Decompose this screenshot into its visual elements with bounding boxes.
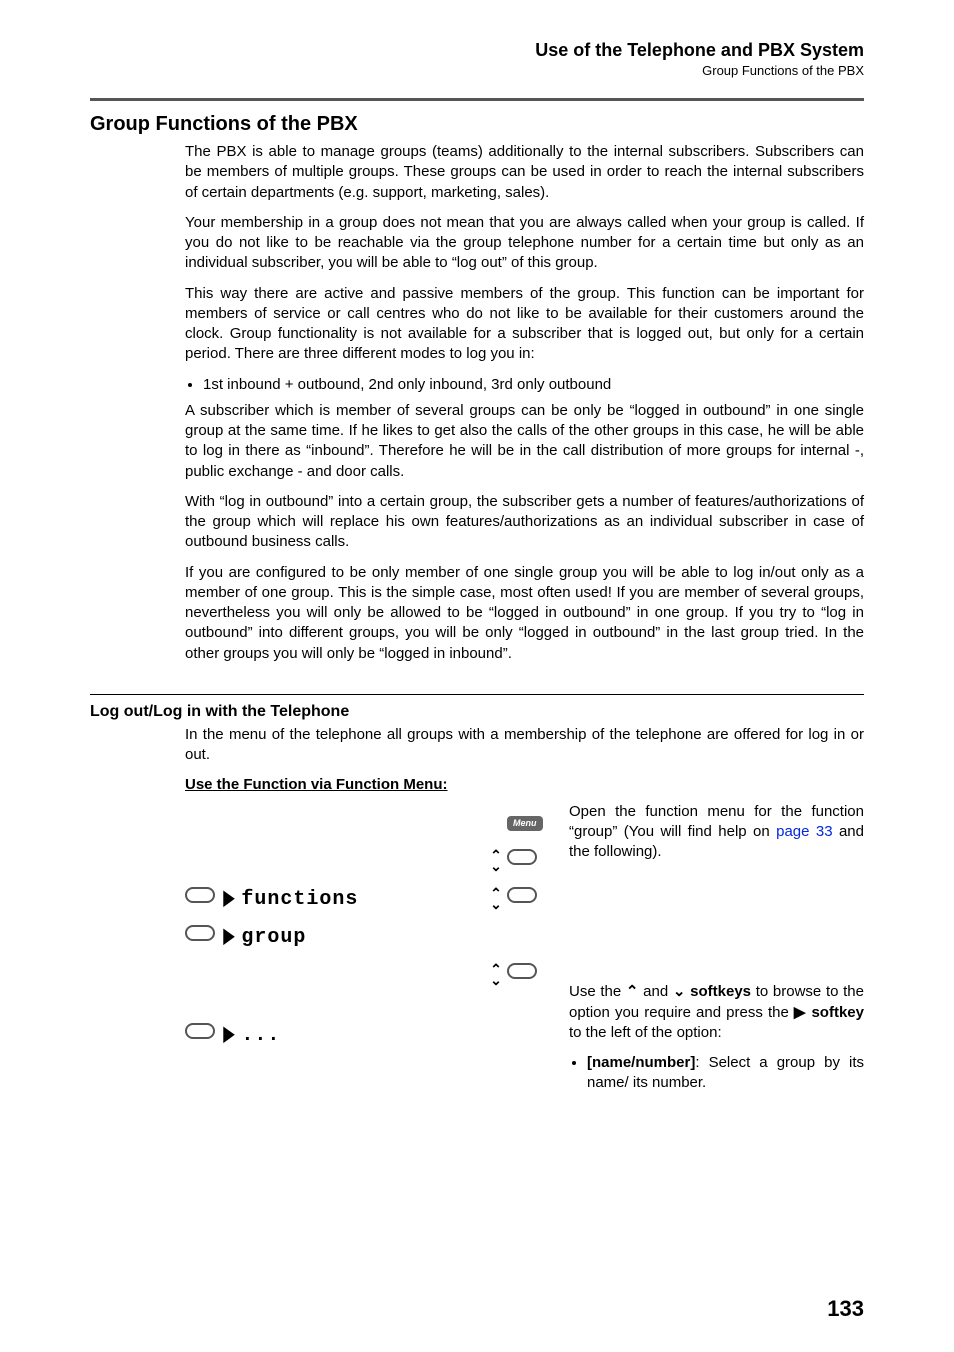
softkey-button[interactable] (185, 925, 215, 941)
softkey-button[interactable] (507, 849, 537, 865)
softkey-button[interactable] (185, 1023, 215, 1039)
up-down-icon (485, 850, 507, 872)
function-menu-heading: Use the Function via Function Menu: (185, 775, 864, 795)
menu-badge: Menu (507, 816, 543, 830)
body-paragraph: If you are configured to be only member … (185, 563, 864, 664)
lcd-panel: Menu ▶functions (185, 802, 537, 1096)
softkey-button[interactable] (507, 963, 537, 979)
doc-title: Use of the Telephone and PBX System (90, 40, 864, 61)
list-item: [name/number]: Select a group by its nam… (587, 1053, 864, 1094)
body-paragraph: The PBX is able to manage groups (teams)… (185, 142, 864, 203)
divider (90, 694, 864, 695)
subsection-heading: Log out/Log in with the Telephone (90, 703, 864, 721)
softkey-button[interactable] (185, 887, 215, 903)
doc-subtitle: Group Functions of the PBX (90, 63, 864, 78)
body-paragraph: A subscriber which is member of several … (185, 401, 864, 482)
body-paragraph: This way there are active and passive me… (185, 284, 864, 365)
divider (90, 98, 864, 101)
chevron-up-icon: ⌃ (626, 983, 639, 1000)
lcd-line-functions: ▶functions (215, 885, 485, 913)
section-heading: Group Functions of the PBX (90, 113, 864, 136)
page-number: 133 (827, 1296, 864, 1322)
body-paragraph: In the menu of the telephone all groups … (185, 725, 864, 766)
triangle-right-icon: ▶ (794, 1004, 806, 1021)
body-paragraph: Your membership in a group does not mean… (185, 213, 864, 274)
list-item: 1st inbound + outbound, 2nd only inbound… (203, 375, 864, 395)
up-down-icon (485, 888, 507, 910)
up-down-icon (485, 964, 507, 986)
body-paragraph: With “log in outbound” into a certain gr… (185, 492, 864, 553)
instruction-paragraph: Open the function menu for the function … (569, 802, 864, 863)
softkey-button[interactable] (507, 887, 537, 903)
lcd-line-dots: ▶... (215, 1021, 485, 1049)
chevron-down-icon: ⌄ (673, 983, 686, 1000)
lcd-line-group: ▶group (215, 923, 485, 951)
page-link[interactable]: page 33 (776, 823, 832, 840)
instruction-paragraph: Use the ⌃ and ⌄ softkeys to browse to th… (569, 982, 864, 1043)
